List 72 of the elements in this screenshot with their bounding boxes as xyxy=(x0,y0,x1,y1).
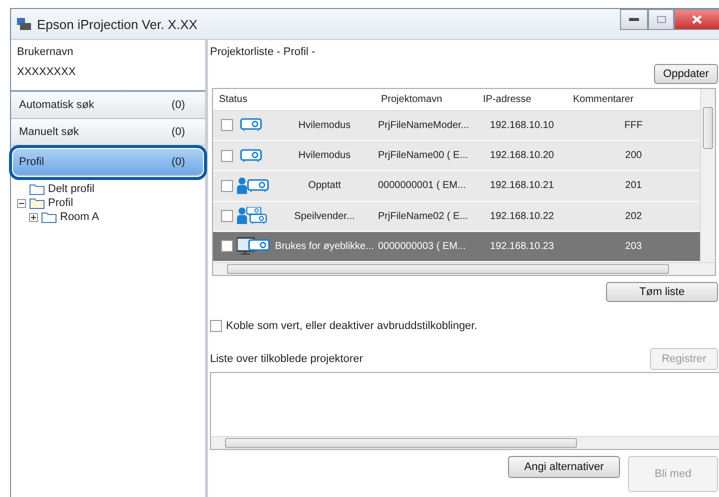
nav-count: (0) xyxy=(172,99,185,111)
list-title: Projektorliste - Profil - xyxy=(209,46,316,58)
horizontal-scrollbar[interactable] xyxy=(211,436,719,449)
nav-item[interactable]: Automatisk søk (0) xyxy=(11,92,205,119)
window-title: Epson iProjection Ver. X.XX xyxy=(37,16,198,32)
row-checkbox[interactable] xyxy=(221,150,233,162)
table-row[interactable]: Opptatt 0000000001 ( EM... 192.168.10.21 201 xyxy=(213,171,700,202)
minus-box-icon[interactable] xyxy=(17,198,26,208)
vertical-scrollbar[interactable] xyxy=(700,89,715,262)
tree-item[interactable]: Delt profil xyxy=(48,183,94,195)
row-checkbox[interactable] xyxy=(221,210,233,222)
host-option-label: Koble som vert, eller deaktiver avbruddstilkoblinger. xyxy=(226,320,478,332)
status-cell-text: Speilvender... xyxy=(293,210,356,222)
connected-list-label: Liste over tilkoblede projektorer xyxy=(210,353,363,365)
nav-count: (0) xyxy=(172,156,185,168)
table-row[interactable]: Hvilemodus PrjFileName00 ( E... 192.168.10.20 200 xyxy=(213,141,700,172)
nav-item[interactable]: Manuelt søk (0) xyxy=(11,119,205,146)
clear-list-button[interactable]: Tøm liste xyxy=(606,282,718,302)
comment-cell-text: 201 xyxy=(624,180,643,192)
minimize-icon xyxy=(629,18,639,22)
monitor-projector-icon xyxy=(237,237,270,256)
close-button[interactable] xyxy=(674,9,719,30)
ip-cell-text: 192.168.10.20 xyxy=(489,150,555,162)
options-button[interactable]: Angi alternativer xyxy=(508,456,620,478)
app-icon xyxy=(17,18,31,30)
status-cell-text: Hvilemodus xyxy=(297,150,352,162)
tree-item[interactable]: Room A xyxy=(60,211,100,223)
username-value: XXXXXXXX xyxy=(17,66,77,78)
nav-label: Automatisk søk xyxy=(19,99,94,111)
comment-cell-text: 202 xyxy=(624,210,643,222)
minimize-button[interactable] xyxy=(620,9,648,30)
comment-cell-text: 203 xyxy=(624,240,643,252)
column-header[interactable]: Projektomavn xyxy=(375,94,477,105)
column-header[interactable]: Status xyxy=(213,94,375,105)
host-checkbox[interactable] xyxy=(210,320,222,332)
nav-count: (0) xyxy=(172,126,185,138)
refresh-button[interactable]: Oppdater xyxy=(654,64,718,84)
table-row[interactable]: Hvilemodus PrjFileNameModer... 192.168.10.10 FFF xyxy=(213,110,700,141)
column-header[interactable]: Kommentarer xyxy=(567,94,700,105)
username-label: Brukernavn xyxy=(17,46,74,58)
tree-item[interactable]: Profil xyxy=(48,197,74,209)
ip-cell-text: 192.168.10.21 xyxy=(489,180,555,192)
name-cell-text: 0000000003 ( EM... xyxy=(377,240,467,252)
name-cell-text: PrjFileName02 ( E... xyxy=(377,210,470,222)
status-cell-text: Opptatt xyxy=(307,180,342,192)
person-projector-icon xyxy=(237,176,270,195)
maximize-icon xyxy=(656,16,666,23)
close-icon xyxy=(692,15,702,24)
nav-label: Manuelt søk xyxy=(19,126,79,138)
comment-cell-text: FFF xyxy=(623,120,644,131)
name-cell-text: PrjFileName00 ( E... xyxy=(377,150,470,162)
plus-box-icon[interactable] xyxy=(29,212,38,222)
folder-icon xyxy=(29,197,45,209)
ip-cell-text: 192.168.10.22 xyxy=(489,210,555,222)
folder-icon xyxy=(41,211,57,223)
column-header[interactable]: IP-adresse xyxy=(477,94,567,105)
row-checkbox[interactable] xyxy=(221,180,233,192)
row-checkbox[interactable] xyxy=(221,119,233,132)
table-row[interactable]: Brukes for øyeblikke... 0000000003 ( EM... 192.168.10.23 203 xyxy=(213,232,700,262)
name-cell-text: 0000000001 ( EM... xyxy=(377,180,467,192)
ip-cell-text: 192.168.10.10 xyxy=(489,120,555,131)
nav-label: Profil xyxy=(19,156,44,168)
horizontal-scrollbar[interactable] xyxy=(213,262,715,275)
ip-cell-text: 192.168.10.23 xyxy=(489,240,555,252)
status-cell-text: Hvilemodus xyxy=(297,120,352,131)
row-checkbox[interactable] xyxy=(221,240,233,252)
folder-icon xyxy=(29,183,45,195)
comment-cell-text: 200 xyxy=(624,150,643,162)
name-cell-text: PrjFileNameModer... xyxy=(377,120,470,131)
table-row[interactable]: Speilvender... PrjFileName02 ( E... 192.168.10.22 202 xyxy=(213,202,700,232)
person-projectors-icon xyxy=(237,207,270,226)
status-cell: Brukes for øyeblikke... xyxy=(274,240,375,252)
